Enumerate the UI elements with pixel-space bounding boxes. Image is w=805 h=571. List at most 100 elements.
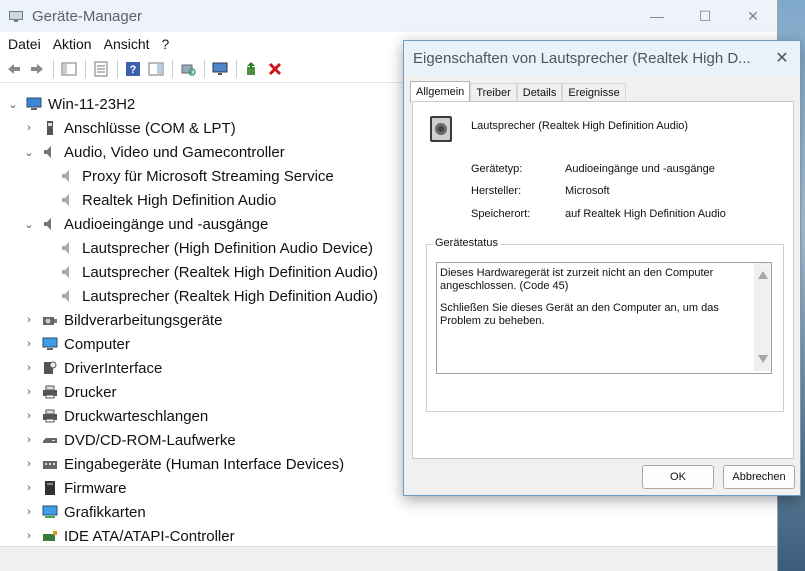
chevron-right-icon[interactable]: ›	[22, 505, 36, 519]
tree-device-label: Proxy für Microsoft Streaming Service	[82, 167, 334, 185]
tree-device[interactable]: Lautsprecher (Realtek High Definition Au…	[60, 284, 378, 308]
tree-category-label: Druckwarteschlangen	[64, 407, 209, 425]
driver-icon	[44, 361, 57, 374]
chevron-right-icon[interactable]: ›	[22, 409, 36, 423]
properties-icon	[94, 61, 108, 77]
close-button[interactable]: ✕	[729, 0, 777, 32]
tree-device-label: Realtek High Definition Audio	[82, 191, 277, 209]
scan-hardware-button[interactable]	[177, 58, 199, 80]
monitor-icon	[42, 337, 58, 350]
toolbar-separator	[172, 60, 173, 78]
action-pane-button[interactable]	[145, 58, 167, 80]
help-icon: ?	[126, 62, 140, 76]
chevron-down-icon[interactable]: ⌄	[6, 97, 20, 111]
display-adapter-icon	[42, 505, 58, 518]
port-icon	[47, 121, 53, 135]
status-hint: Schließen Sie dieses Gerät an den Comput…	[440, 302, 719, 327]
chevron-down-icon[interactable]: ⌄	[22, 145, 36, 159]
tree-category[interactable]: › Firmware	[22, 476, 126, 500]
enable-device-button[interactable]	[241, 58, 263, 80]
properties-dialog: Eigenschaften von Lautsprecher (Realtek …	[403, 40, 801, 496]
chevron-right-icon[interactable]: ›	[22, 385, 36, 399]
tree-category-label: IDE ATA/ATAPI-Controller	[64, 527, 235, 545]
tab-treiber[interactable]: Treiber	[470, 83, 517, 102]
window-title: Geräte-Manager	[32, 7, 143, 25]
speaker-icon	[62, 170, 69, 182]
update-driver-button[interactable]	[209, 58, 231, 80]
tree-device[interactable]: Realtek High Definition Audio	[60, 188, 276, 212]
chevron-down-icon[interactable]: ⌄	[22, 217, 36, 231]
status-message: Dieses Hardwaregerät ist zurzeit nicht a…	[440, 267, 714, 292]
speaker-icon	[62, 266, 69, 278]
menu-ansicht[interactable]: Ansicht	[98, 36, 156, 52]
dialog-tabs: Allgemein Treiber Details Ereignisse	[410, 81, 626, 103]
horizontal-scrollbar[interactable]	[0, 546, 777, 571]
cancel-button[interactable]: Abbrechen	[723, 465, 795, 489]
toolbar-separator	[236, 60, 237, 78]
scroll-down-icon[interactable]	[757, 355, 768, 363]
tree-category[interactable]: ⌄ Audioeingänge und -ausgänge	[22, 212, 268, 236]
tree-category-label: DriverInterface	[64, 359, 163, 377]
menu-aktion[interactable]: Aktion	[47, 36, 98, 52]
properties-button[interactable]	[90, 58, 112, 80]
dialog-title: Eigenschaften von Lautsprecher (Realtek …	[413, 49, 751, 67]
title-bar: Geräte-Manager — ☐ ✕	[0, 0, 777, 32]
scan-hardware-icon	[181, 64, 196, 76]
location-value: auf Realtek High Definition Audio	[565, 208, 726, 220]
action-pane-icon	[148, 62, 164, 76]
manufacturer-label: Hersteller:	[471, 185, 522, 197]
tree-category[interactable]: › Drucker	[22, 380, 116, 404]
chevron-right-icon[interactable]: ›	[22, 529, 36, 543]
chevron-right-icon[interactable]: ›	[22, 313, 36, 327]
menu-help[interactable]: ?	[156, 36, 176, 52]
tab-ereignisse[interactable]: Ereignisse	[562, 83, 626, 102]
chevron-right-icon[interactable]: ›	[22, 457, 36, 471]
status-scrollbar[interactable]	[754, 263, 771, 371]
tree-category[interactable]: › Druckwarteschlangen	[22, 404, 208, 428]
maximize-button[interactable]: ☐	[681, 0, 729, 32]
menu-datei[interactable]: Datei	[2, 36, 47, 52]
tree-category[interactable]: › DriverInterface	[22, 356, 162, 380]
device-type-value: Audioeingänge und -ausgänge	[565, 163, 715, 175]
console-tree-icon	[61, 62, 77, 76]
tree-category[interactable]: ⌄ Audio, Video und Gamecontroller	[22, 140, 284, 164]
tree-category-label: Audioeingänge und -ausgänge	[64, 215, 269, 233]
tree-category[interactable]: › Eingabegeräte (Human Interface Devices…	[22, 452, 344, 476]
toolbar-separator	[204, 60, 205, 78]
chevron-right-icon[interactable]: ›	[22, 337, 36, 351]
chevron-right-icon[interactable]: ›	[22, 361, 36, 375]
red-x-icon	[268, 62, 282, 76]
forward-button[interactable]	[26, 58, 48, 80]
tree-device[interactable]: Proxy für Microsoft Streaming Service	[60, 164, 334, 188]
ok-button[interactable]: OK	[642, 465, 714, 489]
tree-category[interactable]: › Computer	[22, 332, 130, 356]
tree-device-label: Lautsprecher (Realtek High Definition Au…	[82, 287, 378, 305]
back-button[interactable]	[3, 58, 25, 80]
computer-icon	[26, 97, 42, 110]
tree-category[interactable]: › Bildverarbeitungsgeräte	[22, 308, 222, 332]
uninstall-device-button[interactable]	[264, 58, 286, 80]
tab-details[interactable]: Details	[516, 83, 563, 102]
tab-allgemein[interactable]: Allgemein	[410, 81, 471, 103]
tree-device-label: Lautsprecher (High Definition Audio Devi…	[82, 239, 373, 257]
device-status-textbox[interactable]: Dieses Hardwaregerät ist zurzeit nicht a…	[436, 262, 772, 374]
show-hide-tree-button[interactable]	[58, 58, 80, 80]
dialog-close-button[interactable]: ✕	[764, 41, 800, 75]
help-button[interactable]: ?	[122, 58, 144, 80]
chevron-right-icon[interactable]: ›	[22, 481, 36, 495]
scroll-up-icon[interactable]	[757, 271, 768, 279]
device-type-label: Gerätetyp:	[471, 163, 523, 175]
tree-device[interactable]: Lautsprecher (Realtek High Definition Au…	[60, 260, 378, 284]
tree-root-label: Win-11-23H2	[48, 95, 136, 113]
speaker-icon	[62, 194, 69, 206]
device-status-heading: Gerätestatus	[433, 237, 500, 249]
tree-root[interactable]: ⌄ Win-11-23H2	[6, 92, 135, 116]
tree-category[interactable]: › IDE ATA/ATAPI-Controller	[22, 524, 235, 546]
tree-category[interactable]: › Grafikkarten	[22, 500, 146, 524]
chevron-right-icon[interactable]: ›	[22, 433, 36, 447]
chevron-right-icon[interactable]: ›	[22, 121, 36, 135]
minimize-button[interactable]: —	[633, 0, 681, 32]
tree-device[interactable]: Lautsprecher (High Definition Audio Devi…	[60, 236, 373, 260]
tree-category[interactable]: › Anschlüsse (COM & LPT)	[22, 116, 236, 140]
tree-category[interactable]: › DVD/CD-ROM-Laufwerke	[22, 428, 236, 452]
